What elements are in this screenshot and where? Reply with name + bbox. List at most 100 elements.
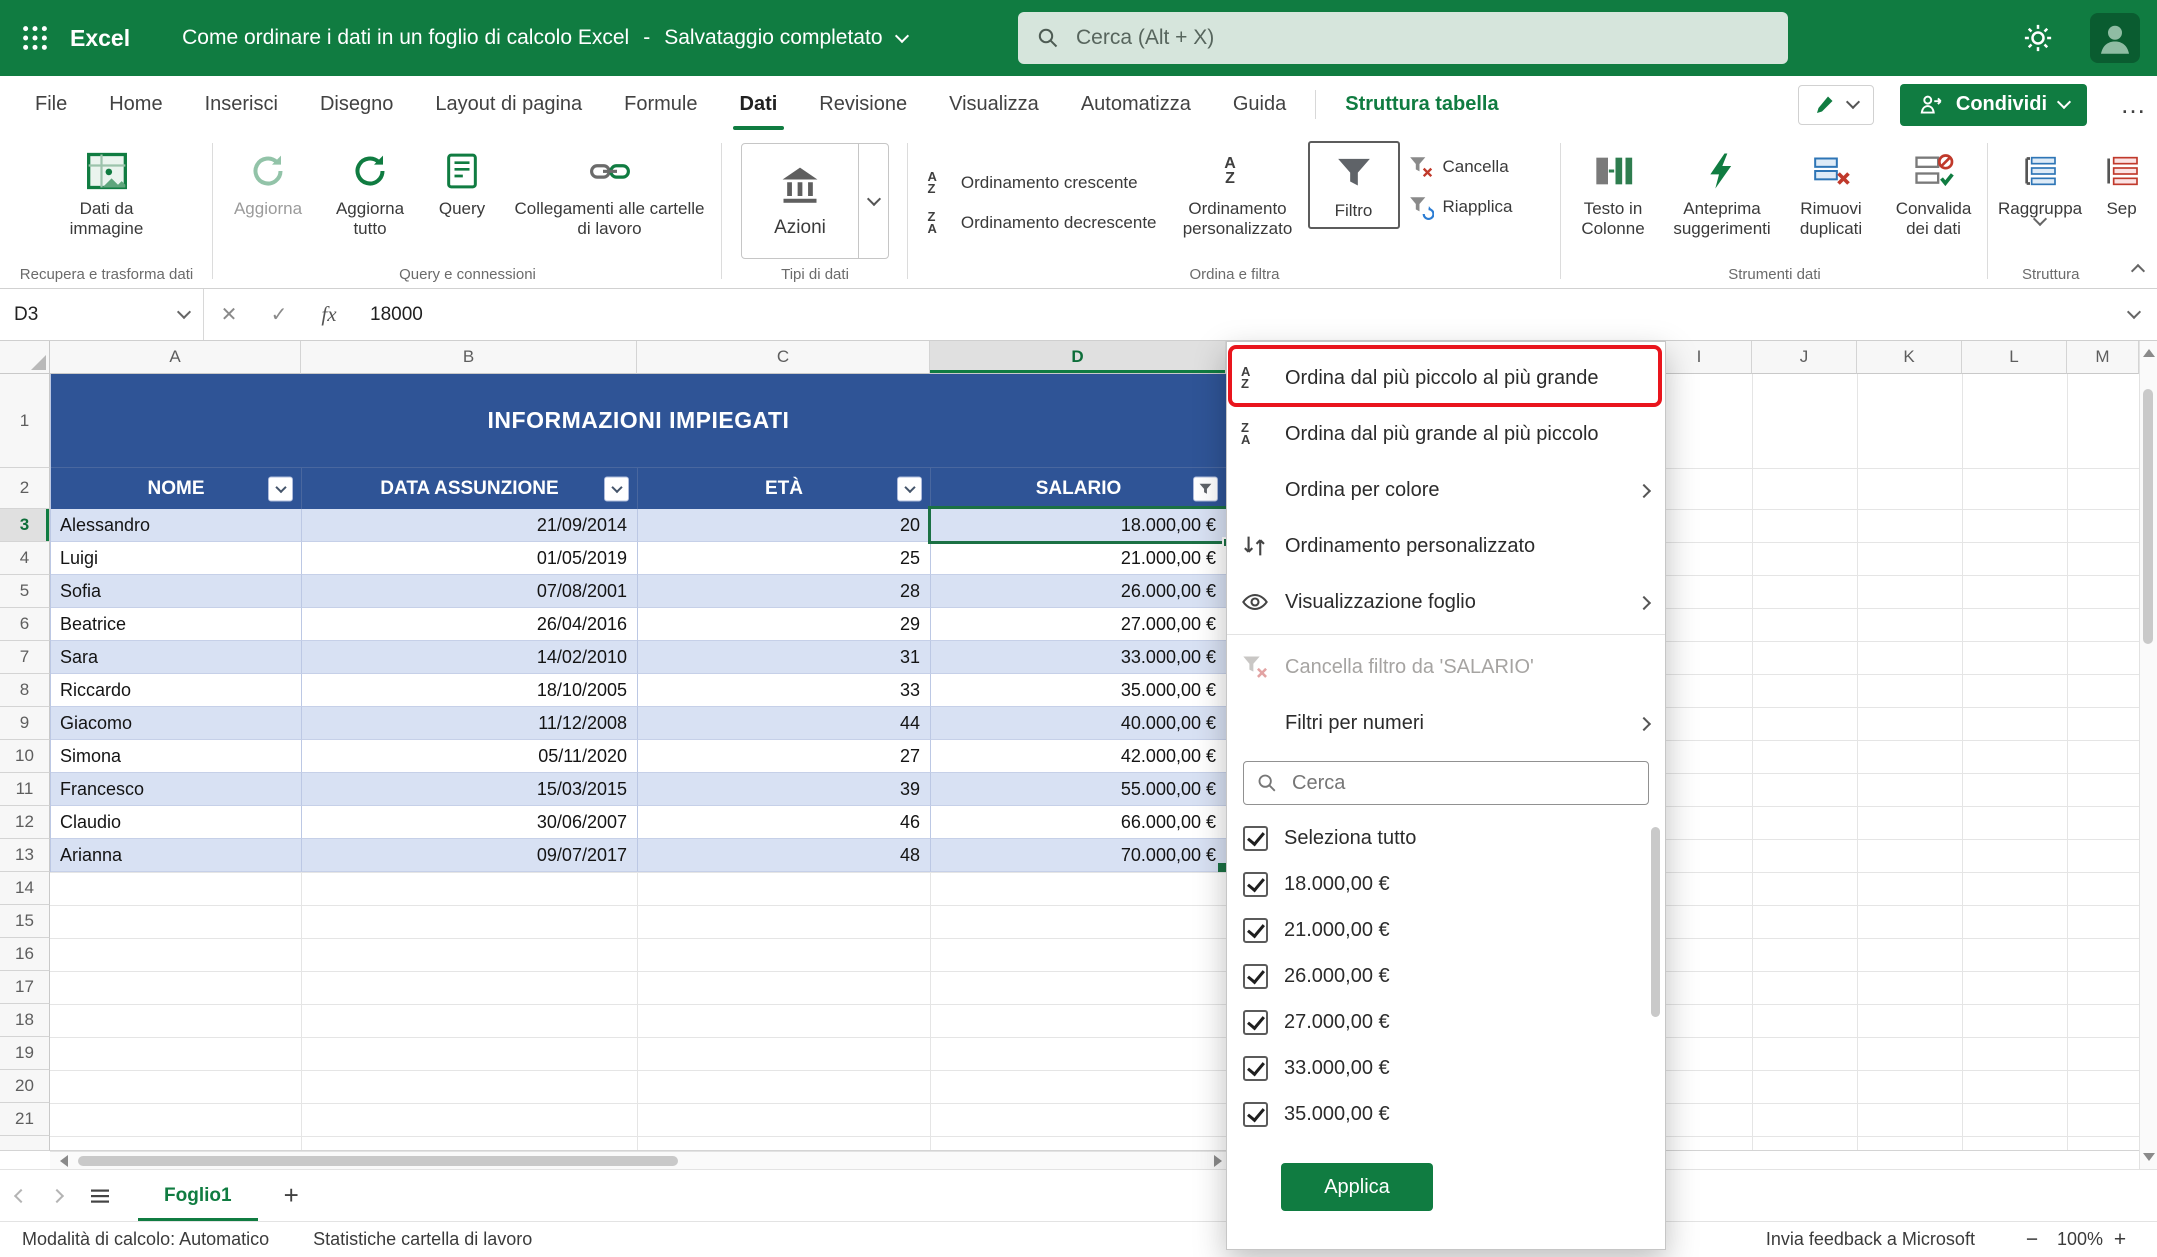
cell[interactable]: Riccardo	[51, 674, 302, 707]
cell[interactable]: 05/11/2020	[302, 740, 638, 773]
insert-function-button[interactable]: fx	[304, 302, 354, 327]
filter-option[interactable]: 33.000,00 €	[1227, 1045, 1665, 1091]
cell[interactable]: 46	[638, 806, 931, 839]
active-cell-selection-d3[interactable]	[928, 506, 1229, 544]
reapply-filter-button[interactable]: Riapplica	[1400, 187, 1550, 227]
calculation-mode[interactable]: Modalità di calcolo: Automatico	[22, 1229, 269, 1250]
cell[interactable]: Sofia	[51, 575, 302, 608]
column-header-a[interactable]: A	[50, 341, 301, 374]
cell[interactable]: 42.000,00 €	[931, 740, 1227, 773]
filter-option-select-all[interactable]: Seleziona tutto	[1227, 815, 1665, 861]
column-header-b[interactable]: B	[301, 341, 637, 374]
menu-number-filters[interactable]: Filtri per numeri	[1227, 695, 1665, 751]
filter-option[interactable]: 26.000,00 €	[1227, 953, 1665, 999]
workbook-statistics[interactable]: Statistiche cartella di lavoro	[313, 1229, 532, 1250]
app-launcher-button[interactable]	[0, 0, 70, 76]
tab-file[interactable]: File	[14, 76, 88, 133]
previous-sheet-button[interactable]	[16, 1191, 26, 1201]
row-header-12[interactable]: 12	[0, 806, 50, 839]
row-header-11[interactable]: 11	[0, 773, 50, 806]
tab-layout-di-pagina[interactable]: Layout di pagina	[414, 76, 603, 133]
cell[interactable]: Simona	[51, 740, 302, 773]
data-assunzione-filter-button[interactable]	[604, 476, 629, 501]
salario-filter-button-active[interactable]	[1193, 476, 1218, 501]
row-header-20[interactable]: 20	[0, 1070, 50, 1103]
settings-button[interactable]	[2014, 14, 2062, 62]
cell[interactable]: Beatrice	[51, 608, 302, 641]
nome-filter-button[interactable]	[268, 476, 293, 501]
row-header-14[interactable]: 14	[0, 872, 50, 905]
vertical-scrollbar[interactable]	[2139, 341, 2157, 1169]
zoom-out-button[interactable]: −	[2015, 1228, 2049, 1252]
cell[interactable]: 40.000,00 €	[931, 707, 1227, 740]
cell[interactable]: 44	[638, 707, 931, 740]
workbook-links-button[interactable]: Collegamenti alle cartelle di lavoro	[502, 141, 717, 245]
tab-inserisci[interactable]: Inserisci	[184, 76, 299, 133]
cell[interactable]: Claudio	[51, 806, 302, 839]
column-header-l[interactable]: L	[1962, 341, 2067, 374]
cell[interactable]: 55.000,00 €	[931, 773, 1227, 806]
cell[interactable]: 21/09/2014	[302, 509, 638, 542]
eta-filter-button[interactable]	[897, 476, 922, 501]
menu-sort-by-color[interactable]: Ordina per colore	[1227, 462, 1665, 518]
cell[interactable]: 39	[638, 773, 931, 806]
account-avatar[interactable]	[2090, 13, 2140, 63]
scroll-left-arrow[interactable]	[60, 1155, 68, 1167]
horizontal-scroll-thumb[interactable]	[78, 1156, 678, 1166]
header-salario[interactable]: SALARIO	[931, 468, 1227, 509]
expand-formula-bar-icon[interactable]	[2127, 305, 2141, 319]
sort-descending-button[interactable]: ZA Ordinamento decrescente	[920, 203, 1168, 243]
cell[interactable]: 14/02/2010	[302, 641, 638, 674]
tab-disegno[interactable]: Disegno	[299, 76, 414, 133]
vertical-scroll-thumb[interactable]	[2143, 389, 2153, 644]
formula-input[interactable]: 18000	[370, 304, 2129, 326]
cell[interactable]: 33	[638, 674, 931, 707]
scroll-right-arrow[interactable]	[1214, 1155, 1222, 1167]
cell[interactable]: 09/07/2017	[302, 839, 638, 872]
sheet-tab-foglio1[interactable]: Foglio1	[138, 1170, 258, 1222]
scroll-down-arrow[interactable]	[2143, 1153, 2155, 1161]
cell[interactable]: Luigi	[51, 542, 302, 575]
zoom-level[interactable]: 100%	[2057, 1229, 2103, 1250]
editing-mode-button[interactable]	[1798, 85, 1874, 125]
row-header-21[interactable]: 21	[0, 1103, 50, 1136]
cell[interactable]: 31	[638, 641, 931, 674]
data-types-gallery[interactable]: Azioni	[741, 143, 889, 259]
column-header-k[interactable]: K	[1857, 341, 1962, 374]
cell[interactable]: 30/06/2007	[302, 806, 638, 839]
cell[interactable]: Sara	[51, 641, 302, 674]
cell[interactable]: 35.000,00 €	[931, 674, 1227, 707]
zoom-in-button[interactable]: +	[2103, 1228, 2137, 1252]
collapse-ribbon-button[interactable]	[2133, 262, 2143, 281]
query-button[interactable]: Query	[422, 141, 502, 225]
clear-filter-ribbon-button[interactable]: Cancella	[1400, 147, 1550, 187]
filter-search-input[interactable]	[1290, 771, 1620, 796]
checkbox-checked-icon[interactable]	[1243, 1056, 1268, 1081]
tab-home[interactable]: Home	[88, 76, 183, 133]
tab-guida[interactable]: Guida	[1212, 76, 1307, 133]
horizontal-scrollbar[interactable]	[50, 1151, 1226, 1169]
checkbox-checked-icon[interactable]	[1243, 918, 1268, 943]
header-data-assunzione[interactable]: DATA ASSUNZIONE	[302, 468, 638, 509]
tab-automatizza[interactable]: Automatizza	[1060, 76, 1212, 133]
cell[interactable]: 33.000,00 €	[931, 641, 1227, 674]
row-header-10[interactable]: 10	[0, 740, 50, 773]
menu-sheet-view[interactable]: Visualizzazione foglio	[1227, 574, 1665, 630]
row-header-1[interactable]: 1	[0, 374, 50, 468]
name-box-chevron-icon[interactable]	[177, 305, 191, 319]
row-header-16[interactable]: 16	[0, 938, 50, 971]
cell[interactable]: 20	[638, 509, 931, 542]
search-input[interactable]	[1074, 25, 1714, 51]
cell[interactable]: Giacomo	[51, 707, 302, 740]
save-status[interactable]: Salvataggio completato	[664, 26, 882, 50]
data-types-dropdown[interactable]	[858, 144, 888, 258]
header-eta[interactable]: ETÀ	[638, 468, 931, 509]
row-header-18[interactable]: 18	[0, 1004, 50, 1037]
scroll-up-arrow[interactable]	[2143, 349, 2155, 357]
share-button[interactable]: Condividi	[1900, 84, 2087, 126]
cell[interactable]: 28	[638, 575, 931, 608]
filter-list-scroll-thumb[interactable]	[1651, 827, 1660, 1017]
apply-filter-button[interactable]: Applica	[1281, 1163, 1433, 1211]
confirm-entry-button[interactable]: ✓	[254, 302, 304, 327]
filter-button[interactable]: Filtro	[1308, 141, 1400, 229]
